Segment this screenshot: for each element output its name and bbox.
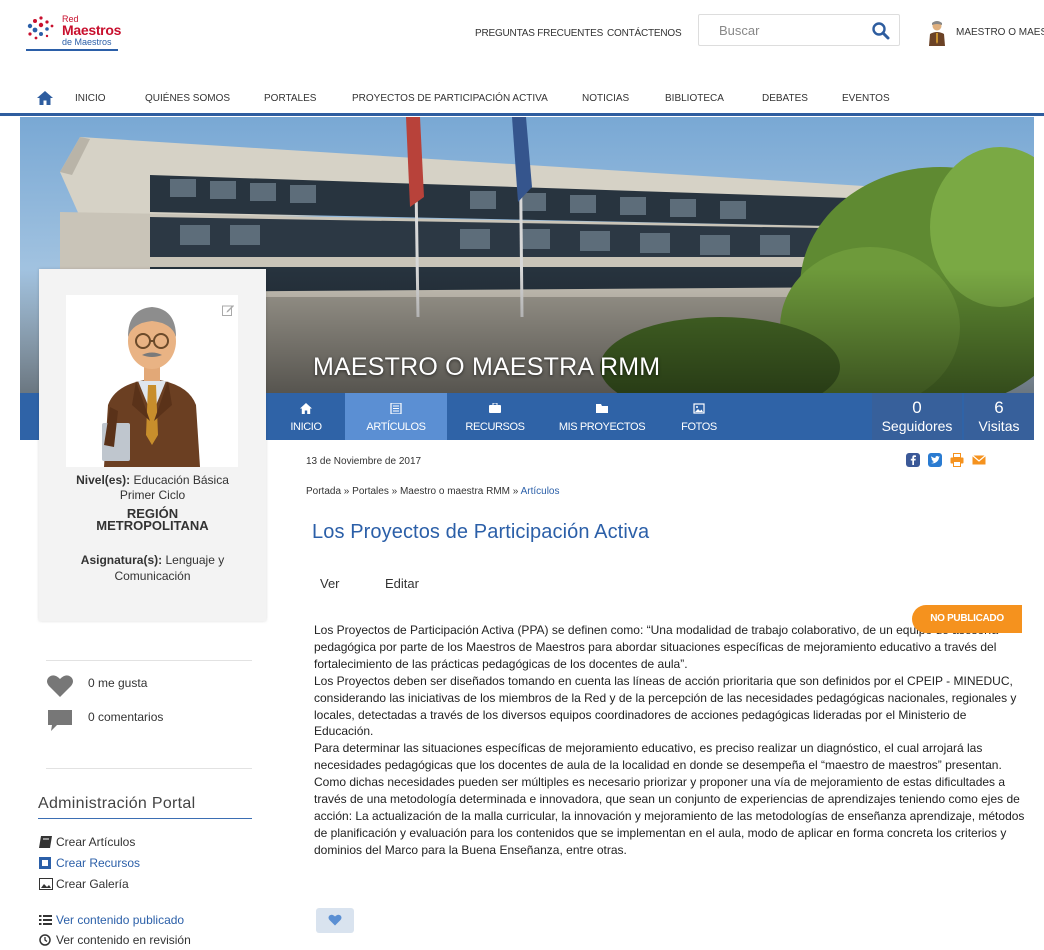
hero-title: MAESTRO O MAESTRA RMM (313, 353, 661, 381)
nav-item-biblioteca[interactable]: BIBLIOTECA (665, 93, 724, 104)
home-icon[interactable] (36, 90, 54, 106)
tab-mis-proyectos[interactable]: MIS PROYECTOS (543, 393, 661, 440)
folder-icon (596, 404, 608, 413)
logo-text-maestros: Maestros (62, 22, 122, 38)
facebook-icon[interactable] (906, 453, 920, 467)
nav-item-eventos[interactable]: EVENTOS (842, 93, 890, 104)
tab-label: ARTÍCULOS (366, 421, 426, 433)
article-date: 13 de Noviembre de 2017 (306, 456, 422, 467)
visits-label: Visitas (978, 418, 1020, 434)
main-nav: INICIO QUIÉNES SOMOS PORTALES PROYECTOS … (0, 82, 1044, 116)
asignatura-line: Asignatura(s): Lenguaje y (39, 553, 266, 568)
logo-text-de-maestros: de Maestros (62, 37, 112, 47)
view-review-label: Ver contenido en revisión (56, 933, 191, 947)
tab-articulos[interactable]: ARTÍCULOS (345, 393, 447, 440)
nav-item-portales[interactable]: PORTALES (264, 93, 316, 104)
create-articles-label: Crear Artículos (56, 835, 136, 849)
breadcrumb-maestro[interactable]: Maestro o maestra RMM (400, 486, 510, 497)
asignatura-value-2: Comunicación (114, 569, 191, 583)
like-button[interactable] (316, 908, 354, 933)
edit-profile-icon[interactable] (222, 303, 234, 316)
contact-link[interactable]: CONTÁCTENOS (607, 28, 682, 39)
region-line-2: METROPOLITANA (96, 518, 209, 533)
share-icons (906, 453, 1026, 469)
likes-count: 0 me gusta (88, 676, 148, 690)
tab-recursos[interactable]: RECURSOS (447, 393, 543, 440)
tab-label: FOTOS (681, 421, 717, 433)
breadcrumb-portada[interactable]: Portada (306, 486, 341, 497)
user-avatar-icon[interactable] (926, 20, 948, 46)
clock-icon (39, 934, 51, 946)
create-gallery-label: Crear Galería (56, 877, 129, 891)
followers-count: 0 (912, 398, 922, 417)
print-icon[interactable] (950, 453, 964, 467)
profile-card: Nivel(es): Educación Básica Primer Ciclo… (39, 269, 266, 621)
sidebar-divider (46, 660, 252, 661)
asignatura-label: Asignatura(s): (80, 553, 163, 567)
nivel-line: Nivel(es): Educación Básica (39, 473, 266, 488)
breadcrumb-articulos[interactable]: Artículos (521, 486, 560, 497)
comment-icon (48, 710, 72, 731)
article-paragraph: Los Proyectos deben ser diseñados tomand… (314, 673, 1017, 739)
resources-icon (489, 403, 501, 413)
user-name[interactable]: MAESTRO O MAESTRA RMM (956, 27, 1044, 38)
profile-avatar (66, 295, 238, 467)
status-badge: NO PUBLICADO (912, 605, 1022, 633)
breadcrumb: Portada » Portales » Maestro o maestra R… (306, 486, 559, 497)
faq-link[interactable]: PREGUNTAS FRECUENTES (475, 28, 603, 39)
home-icon (300, 403, 312, 414)
breadcrumb-separator: » (510, 486, 521, 497)
tab-label: INICIO (290, 421, 322, 433)
resource-icon (39, 857, 51, 869)
nav-item-quienes-somos[interactable]: QUIÉNES SOMOS (145, 93, 230, 104)
nav-item-noticias[interactable]: NOTICIAS (582, 93, 629, 104)
visits-stat: 6 Visitas (964, 393, 1034, 440)
photos-icon (693, 403, 705, 414)
nivel-value: Educación Básica (133, 473, 229, 487)
list-icon (39, 915, 52, 925)
breadcrumb-separator: » (341, 486, 353, 497)
article-title: Los Proyectos de Participación Activa (312, 521, 650, 543)
followers-label: Seguidores (881, 418, 953, 434)
tab-edit[interactable]: Editar (385, 576, 419, 591)
heart-icon (328, 914, 342, 926)
book-icon (39, 836, 52, 848)
nav-item-inicio[interactable]: INICIO (75, 93, 106, 104)
nivel-label: Nivel(es): (76, 473, 131, 487)
articles-icon (390, 403, 402, 414)
admin-underline (38, 818, 252, 819)
breadcrumb-separator: » (388, 486, 400, 497)
tab-label: RECURSOS (465, 421, 525, 433)
search-input[interactable] (699, 15, 859, 45)
visits-count: 6 (994, 398, 1004, 417)
top-header: Red Maestros de Maestros PREGUNTAS FRECU… (0, 0, 1044, 70)
nivel-value-2: Primer Ciclo (119, 488, 186, 502)
sidebar-divider (46, 768, 252, 769)
twitter-icon[interactable] (928, 453, 942, 467)
tab-fotos[interactable]: FOTOS (661, 393, 737, 440)
view-published-label: Ver contenido publicado (56, 913, 185, 927)
heart-icon (47, 675, 73, 697)
nav-item-debates[interactable]: DEBATES (762, 93, 808, 104)
article-body: Los Proyectos de Participación Activa (P… (314, 622, 1026, 859)
tab-inicio[interactable]: INICIO (267, 393, 345, 440)
comments-count: 0 comentarios (88, 710, 164, 724)
teacher-avatar-icon (102, 307, 200, 467)
search-box (698, 14, 900, 46)
site-logo[interactable]: Red Maestros de Maestros (26, 14, 126, 51)
create-resources-label: Crear Recursos (56, 856, 141, 870)
logo-underline (26, 49, 118, 51)
image-icon (39, 878, 53, 890)
article-paragraph: Para determinar las situaciones específi… (314, 741, 1025, 857)
tab-view[interactable]: Ver (320, 576, 340, 591)
tab-label: MIS PROYECTOS (558, 421, 646, 433)
logo-dots-icon (27, 16, 54, 40)
breadcrumb-portales[interactable]: Portales (352, 486, 389, 497)
asignatura-value: Lenguaje y (165, 553, 225, 567)
followers-stat[interactable]: 0 Seguidores (872, 393, 962, 440)
email-icon[interactable] (972, 453, 986, 467)
nav-item-proyectos[interactable]: PROYECTOS DE PARTICIPACIÓN ACTIVA (352, 93, 548, 104)
search-icon[interactable] (871, 21, 891, 41)
admin-portal-title: Administración Portal (38, 795, 196, 812)
